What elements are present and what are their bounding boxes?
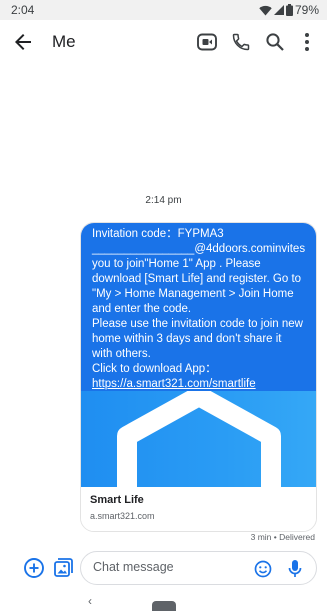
delivery-status: 3 min • Delivered bbox=[250, 532, 315, 542]
status-bar: 2:04 79% bbox=[0, 0, 327, 20]
status-icons: 79% bbox=[259, 3, 319, 17]
message-line-code: Invitation code：FYPMA3 bbox=[92, 228, 224, 240]
back-arrow-icon[interactable] bbox=[12, 31, 34, 53]
search-icon[interactable] bbox=[263, 30, 287, 54]
wifi-icon bbox=[259, 5, 272, 15]
mic-icon[interactable] bbox=[285, 559, 305, 579]
battery-percent: 79% bbox=[294, 3, 319, 17]
add-circle-icon[interactable] bbox=[22, 556, 46, 580]
video-call-icon[interactable] bbox=[195, 30, 219, 54]
link-preview-domain: a.smart321.com bbox=[90, 511, 155, 521]
compose-bar bbox=[0, 548, 327, 588]
chat-message-input[interactable] bbox=[93, 560, 243, 574]
conversation-title: Me bbox=[52, 32, 76, 51]
link-preview-footer[interactable]: Smart Life a.smart321.com bbox=[81, 487, 316, 531]
compose-field[interactable] bbox=[80, 551, 317, 585]
smart-life-logo-icon bbox=[117, 391, 281, 487]
message-timestamp: 2:14 pm bbox=[145, 195, 182, 206]
message-line-warning: Please use the invitation code to join n… bbox=[92, 318, 303, 360]
link-preview-image[interactable] bbox=[81, 391, 316, 487]
phone-icon[interactable] bbox=[229, 30, 253, 54]
more-vert-icon[interactable] bbox=[295, 30, 319, 54]
nav-back-icon[interactable]: ‹ bbox=[88, 594, 92, 608]
message-text: Invitation code：FYPMA3 ________________@… bbox=[81, 223, 316, 391]
battery-icon bbox=[285, 4, 293, 16]
emoji-icon[interactable] bbox=[253, 559, 273, 579]
download-link[interactable]: https://a.smart321.com/smartlife bbox=[92, 378, 256, 390]
app-bar: Me bbox=[0, 20, 327, 64]
message-line-download: Click to download App： bbox=[92, 363, 217, 375]
cell-signal-icon bbox=[273, 5, 284, 15]
status-time: 2:04 bbox=[11, 3, 35, 17]
nav-home-icon[interactable] bbox=[152, 601, 176, 611]
gallery-icon[interactable] bbox=[51, 556, 75, 580]
system-nav-bar: ‹ bbox=[0, 594, 327, 611]
message-bubble[interactable]: Invitation code：FYPMA3 ________________@… bbox=[80, 222, 317, 532]
message-line-invite: ________________@4ddoors.cominvites you … bbox=[92, 243, 306, 315]
link-preview-title: Smart Life bbox=[90, 494, 144, 506]
